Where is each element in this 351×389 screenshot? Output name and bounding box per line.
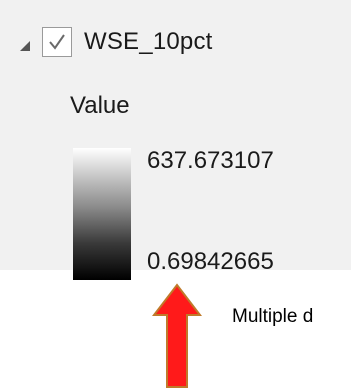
legend-field-label: Value — [70, 92, 130, 119]
contents-pane: WSE_10pct Value 637.673107 0.69842665 — [0, 0, 351, 280]
annotation-text: Multiple d — [232, 306, 314, 327]
checkmark-icon — [49, 34, 65, 50]
legend-max-value: 637.673107 — [147, 147, 274, 174]
color-ramp-swatch[interactable] — [73, 148, 131, 280]
collapse-triangle-icon[interactable] — [20, 41, 30, 51]
legend-min-value: 0.69842665 — [147, 248, 274, 275]
layer-name[interactable]: WSE_10pct — [84, 28, 213, 56]
layer-visibility-checkbox[interactable] — [42, 27, 72, 57]
red-up-arrow-icon — [152, 283, 202, 388]
layer-row[interactable]: WSE_10pct — [20, 22, 213, 62]
